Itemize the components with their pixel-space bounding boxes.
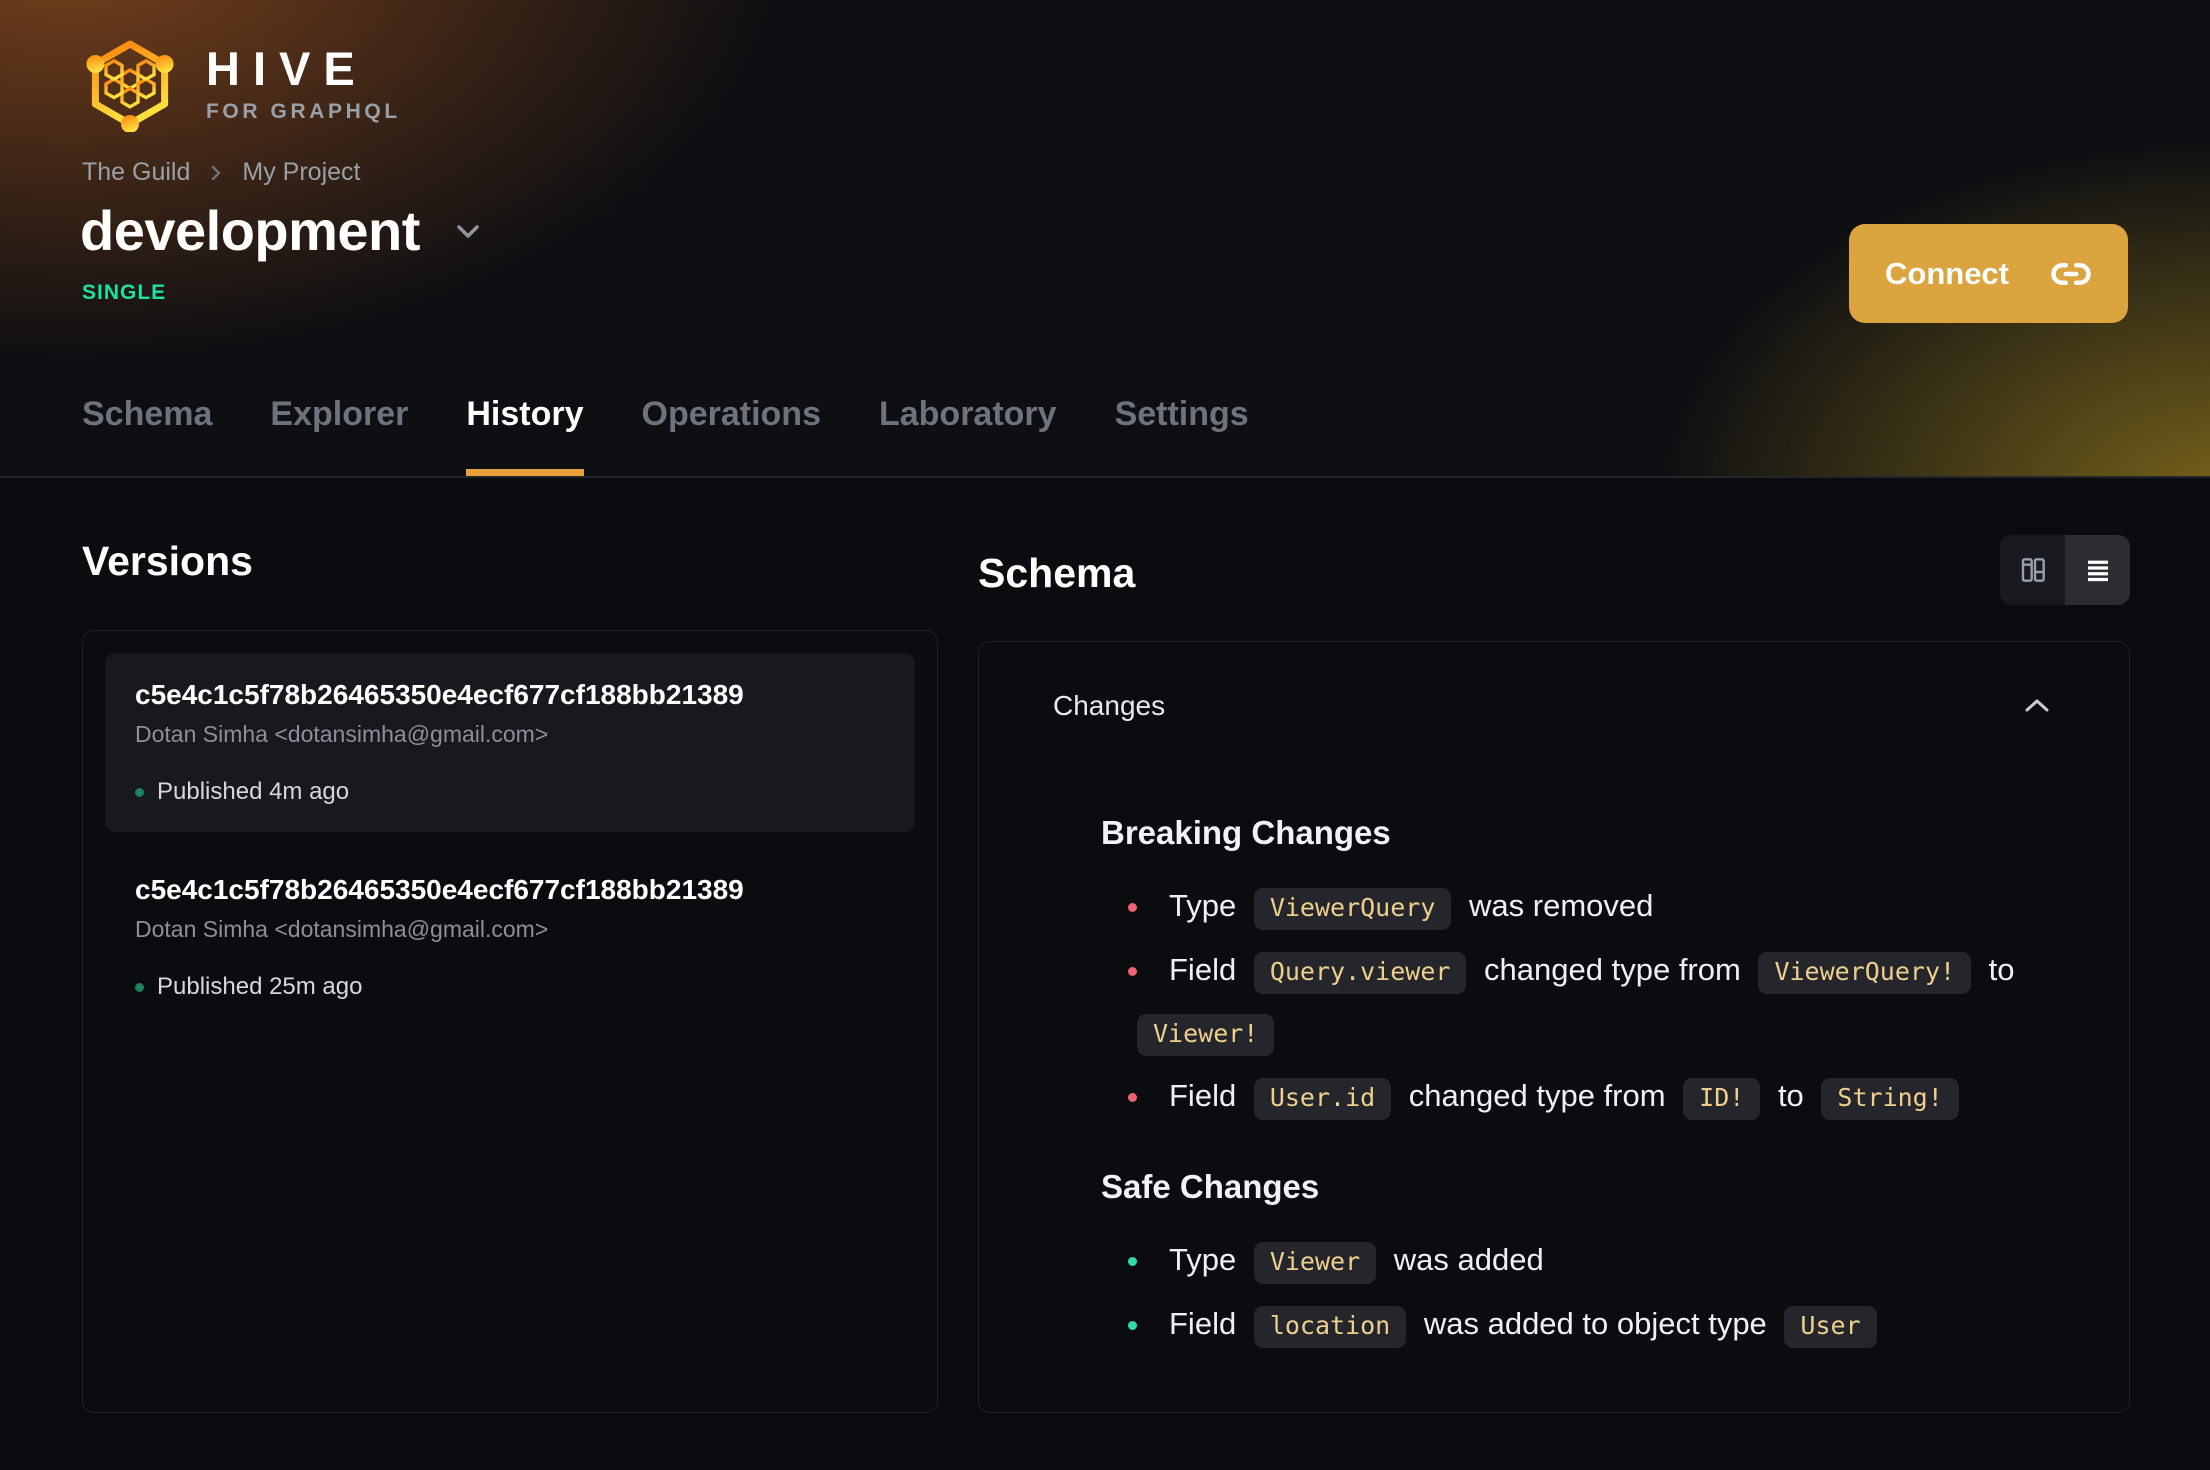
change-item: Type ViewerQuery was removed <box>1128 876 2051 938</box>
published-dot-icon <box>135 982 144 992</box>
version-hash: c5e4c1c5f78b26465350e4ecf677cf188bb21389 <box>135 679 744 710</box>
app-header: HIVE FOR GRAPHQL The Guild My Project de… <box>0 0 2210 478</box>
brand-text: HIVE FOR GRAPHQL <box>206 45 401 124</box>
version-status-label: Published 4m ago <box>157 778 350 805</box>
version-author: Dotan Simha <dotansimha@gmail.com> <box>135 916 549 942</box>
code-chip: ViewerQuery! <box>1758 952 1972 994</box>
code-chip: User.id <box>1253 1078 1392 1120</box>
brand-tagline: FOR GRAPHQL <box>206 99 401 123</box>
code-chip: User <box>1784 1306 1877 1348</box>
changes-collapse-header[interactable]: Changes <box>979 642 2129 722</box>
connect-button-label: Connect <box>1885 255 2009 291</box>
changes-sections: Breaking Changes Type ViewerQuery was rem… <box>979 722 2129 1356</box>
chevron-right-icon <box>206 163 226 183</box>
page-title: development <box>80 199 420 262</box>
code-chip: location <box>1253 1306 1407 1348</box>
rows-icon <box>2083 555 2113 585</box>
version-status: Published 4m ago <box>135 778 885 806</box>
code-chip: Viewer! <box>1137 1014 1275 1056</box>
version-hash: c5e4c1c5f78b26465350e4ecf677cf188bb21389 <box>135 874 744 905</box>
code-chip: String! <box>1821 1078 1959 1120</box>
breadcrumb-org[interactable]: The Guild <box>82 158 190 187</box>
breaking-changes-list: Type ViewerQuery was removedField Query.… <box>1101 876 2051 1128</box>
versions-list: c5e4c1c5f78b26465350e4ecf677cf188bb21389… <box>82 630 938 1413</box>
breadcrumb-project[interactable]: My Project <box>242 158 360 187</box>
version-author: Dotan Simha <dotansimha@gmail.com> <box>135 721 549 747</box>
version-status-label: Published 25m ago <box>157 973 363 1000</box>
columns-icon <box>2017 554 2049 586</box>
code-chip: Viewer <box>1253 1242 1377 1284</box>
change-item: Type Viewer was added <box>1128 1230 2051 1292</box>
change-item: Field User.id changed type from ID! to S… <box>1128 1066 2051 1128</box>
tab-history[interactable]: History <box>466 395 584 476</box>
safe-changes-list: Type Viewer was addedField location was … <box>1101 1230 2051 1356</box>
code-chip: ID! <box>1683 1078 1761 1120</box>
published-dot-icon <box>135 787 144 797</box>
change-section-title: Breaking Changes <box>1101 814 1391 851</box>
hive-logo[interactable]: HIVE FOR GRAPHQL <box>82 36 401 132</box>
target-selector[interactable]: development <box>80 198 486 263</box>
tab-explorer[interactable]: Explorer <box>270 395 408 476</box>
change-section-title: Safe Changes <box>1101 1168 1320 1205</box>
connect-button[interactable]: Connect <box>1849 224 2128 323</box>
brand-name: HIVE <box>206 41 368 95</box>
versions-heading: Versions <box>82 538 253 584</box>
link-icon <box>2050 253 2092 295</box>
main-tabs: Schema Explorer History Operations Labor… <box>82 395 1249 476</box>
rows-view-button[interactable] <box>2065 535 2130 605</box>
columns-view-button[interactable] <box>2000 535 2065 605</box>
schema-changes-panel: Changes Breaking Changes Type ViewerQuery… <box>978 641 2130 1413</box>
version-card[interactable]: c5e4c1c5f78b26465350e4ecf677cf188bb21389… <box>105 848 915 1027</box>
breadcrumb: The Guild My Project <box>82 158 360 187</box>
change-item: Field location was added to object type … <box>1128 1294 2051 1356</box>
schema-heading: Schema <box>978 550 1136 596</box>
schema-view-toggle <box>2000 535 2130 605</box>
hive-hexagon-icon <box>82 36 178 132</box>
chevron-down-icon <box>450 213 486 249</box>
tab-laboratory[interactable]: Laboratory <box>879 395 1057 476</box>
tab-settings[interactable]: Settings <box>1115 395 1249 476</box>
chevron-up-icon <box>2021 695 2053 717</box>
version-card[interactable]: c5e4c1c5f78b26465350e4ecf677cf188bb21389… <box>105 653 915 832</box>
target-mode-badge: SINGLE <box>82 281 167 304</box>
tab-schema[interactable]: Schema <box>82 395 212 476</box>
code-chip: Query.viewer <box>1253 952 1467 994</box>
tab-operations[interactable]: Operations <box>642 395 821 476</box>
code-chip: ViewerQuery <box>1253 888 1452 930</box>
change-item: Field Query.viewer changed type from Vie… <box>1128 940 2051 1064</box>
version-status: Published 25m ago <box>135 973 885 1001</box>
changes-label: Changes <box>1053 690 1166 721</box>
